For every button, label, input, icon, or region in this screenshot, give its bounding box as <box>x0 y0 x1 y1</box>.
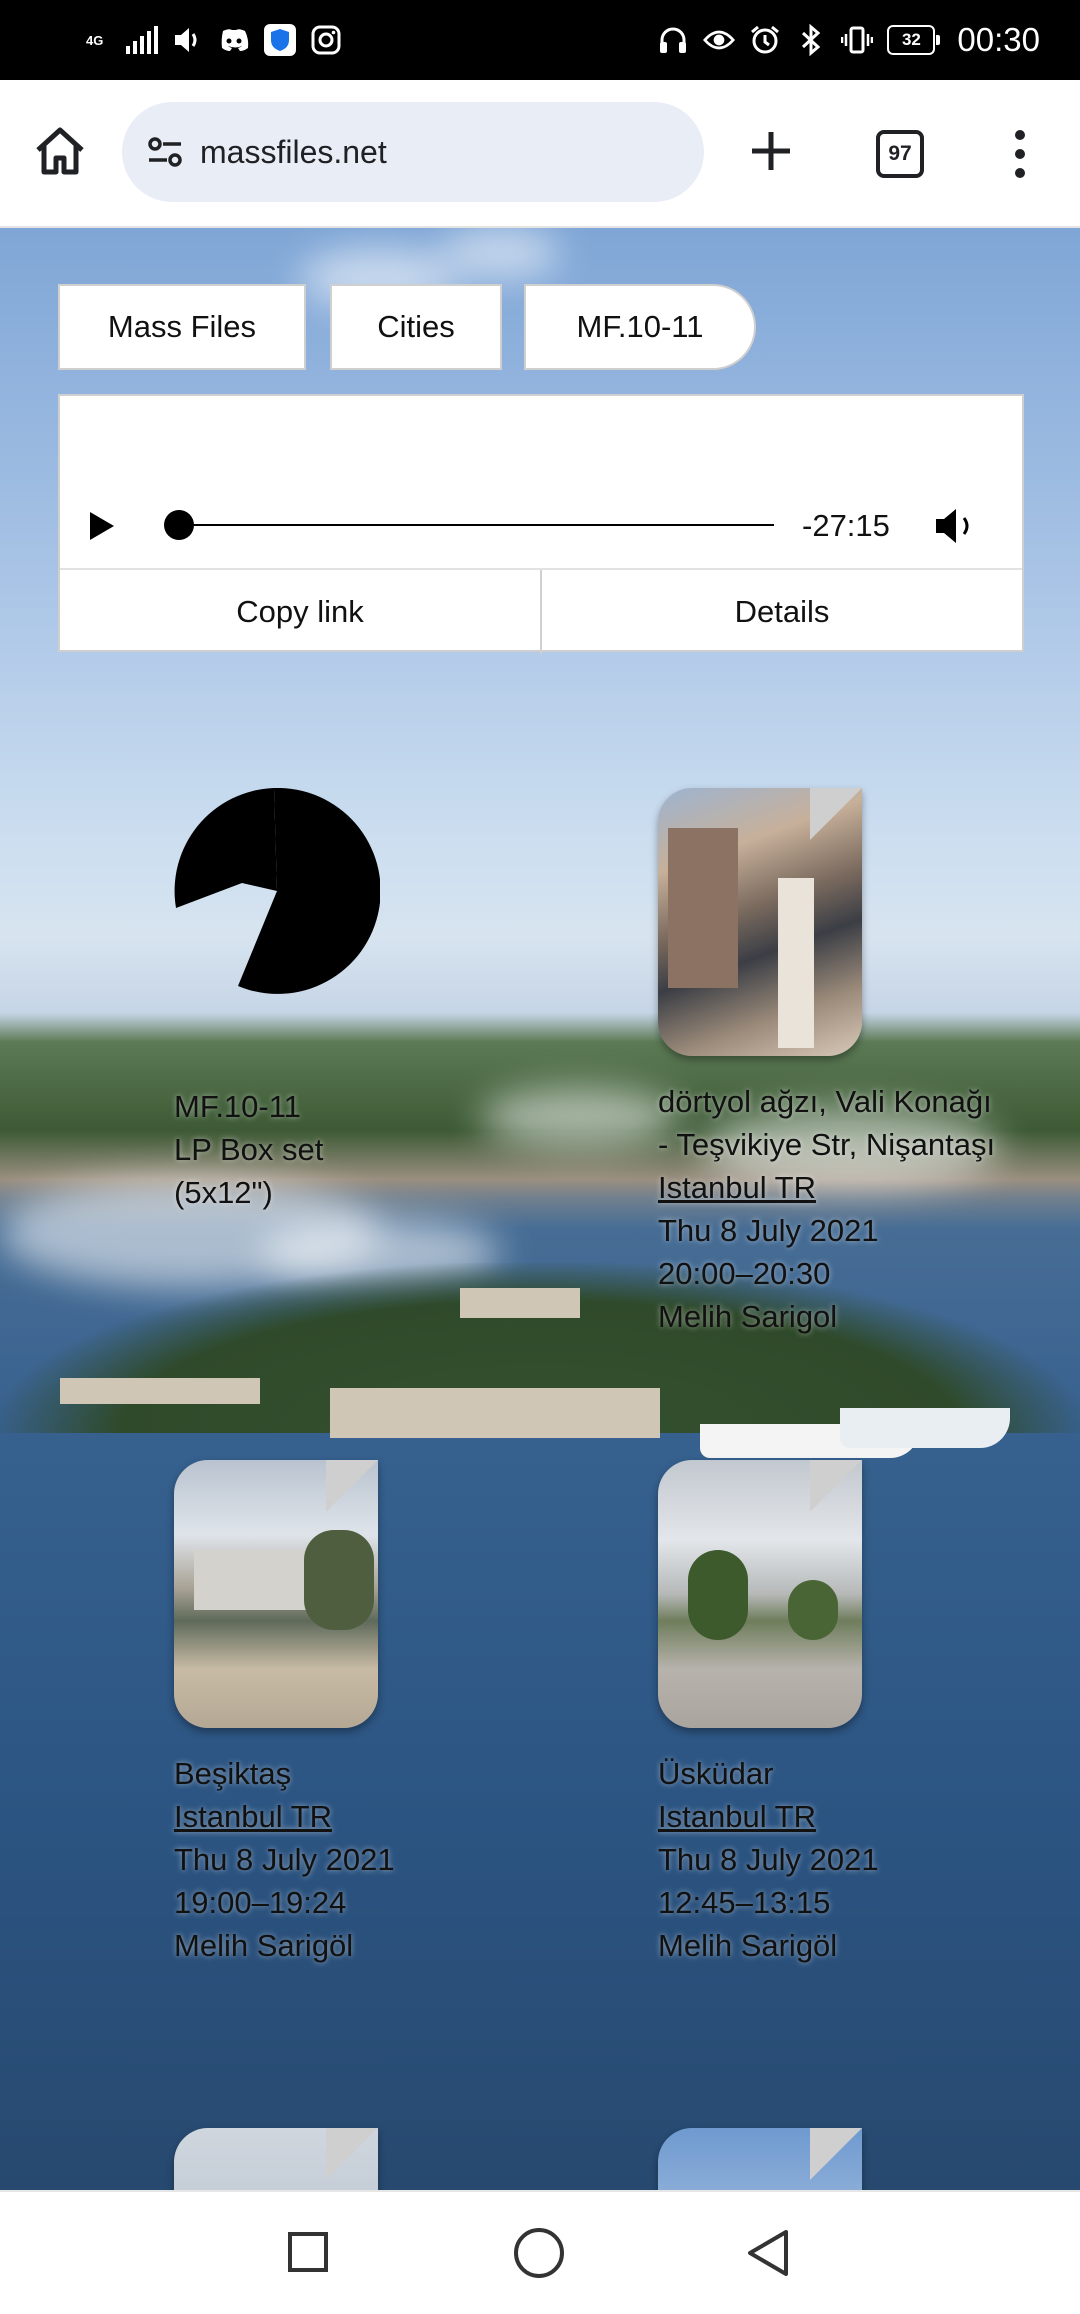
recording-thumbnail[interactable] <box>174 2128 378 2190</box>
recording-item[interactable]: Beşiktaş Istanbul TR Thu 8 July 2021 19:… <box>174 1460 594 1967</box>
recording-thumbnail[interactable] <box>658 2128 862 2190</box>
status-time: 00:30 <box>957 21 1040 58</box>
tab-mass-files[interactable]: Mass Files <box>58 284 306 370</box>
instagram-icon <box>310 24 342 56</box>
recording-thumbnail[interactable] <box>658 788 862 1056</box>
recording-title: Beşiktaş <box>174 1756 292 1791</box>
city-link[interactable]: Istanbul TR <box>174 1795 594 1838</box>
audio-player: -27:15 Copy link Details <box>58 394 1024 654</box>
recording-item[interactable]: Üsküdar Istanbul TR Thu 8 July 2021 12:4… <box>658 1460 1078 1967</box>
recording-date: Thu 8 July 2021 <box>658 1213 879 1248</box>
copy-link-button[interactable]: Copy link <box>60 570 542 654</box>
tab-cities[interactable]: Cities <box>330 284 502 370</box>
seek-bar[interactable] <box>178 524 774 526</box>
recording-author: Melih Sarigöl <box>658 1928 838 1963</box>
recent-apps-icon[interactable] <box>288 2232 328 2272</box>
url-text[interactable]: massfiles.net <box>200 134 387 171</box>
recording-time: 20:00–20:30 <box>658 1256 831 1291</box>
home-icon[interactable] <box>30 122 90 182</box>
seek-handle[interactable] <box>164 510 194 540</box>
headphones-icon <box>657 24 689 56</box>
volume-icon <box>172 24 204 56</box>
recording-item[interactable]: dörtyol ağzı, Vali Konağı - Teşvikiye St… <box>658 788 1078 1338</box>
tab-switcher-button[interactable]: 97 <box>876 130 924 178</box>
more-menu-icon[interactable] <box>1000 124 1040 184</box>
recording-title-line-2: - Teşvikiye Str, Nişantaşı <box>658 1127 996 1162</box>
volume-icon[interactable] <box>932 506 982 546</box>
discord-icon <box>218 24 250 56</box>
address-bar[interactable]: massfiles.net <box>122 102 704 202</box>
recording-title-line-1: dörtyol ağzı, Vali Konağı <box>658 1084 992 1119</box>
bluetooth-icon <box>795 24 827 56</box>
tab-mf-10-11[interactable]: MF.10-11 <box>524 284 756 370</box>
alarm-icon <box>749 24 781 56</box>
home-nav-icon[interactable] <box>514 2228 564 2278</box>
system-nav-bar <box>0 2190 1080 2314</box>
release-format: LP Box set <box>174 1132 324 1167</box>
eye-icon <box>703 24 736 56</box>
recording-item[interactable] <box>658 2128 1078 2190</box>
recording-time: 19:00–19:24 <box>174 1885 347 1920</box>
details-button[interactable]: Details <box>542 570 1022 654</box>
site-settings-icon[interactable] <box>142 129 188 175</box>
time-remaining: -27:15 <box>802 508 890 543</box>
shield-icon <box>264 24 296 56</box>
recording-thumbnail[interactable] <box>174 1460 378 1728</box>
release-item[interactable]: MF.10-11 LP Box set (5x12") <box>174 787 594 1214</box>
release-title: MF.10-11 <box>174 1089 301 1124</box>
page-content: Mass Files Cities MF.10-11 -27:15 Copy l… <box>0 228 1080 2190</box>
recording-title: Üsküdar <box>658 1756 774 1791</box>
recording-author: Melih Sarigöl <box>174 1928 354 1963</box>
status-bar: 4G 32 00:30 <box>0 0 1080 80</box>
network-type: 4G <box>86 32 104 48</box>
recording-date: Thu 8 July 2021 <box>174 1842 395 1877</box>
vibrate-icon <box>841 24 874 56</box>
recording-thumbnail[interactable] <box>658 1460 862 1728</box>
recording-time: 12:45–13:15 <box>658 1885 831 1920</box>
back-icon[interactable] <box>744 2228 794 2278</box>
new-tab-icon[interactable] <box>744 124 798 178</box>
recording-author: Melih Sarigol <box>658 1299 838 1334</box>
city-link[interactable]: Istanbul TR <box>658 1166 1078 1209</box>
release-cover-icon[interactable] <box>174 787 381 994</box>
release-format-detail: (5x12") <box>174 1175 273 1210</box>
play-icon[interactable] <box>90 512 114 540</box>
signal-icon <box>126 26 158 54</box>
recording-date: Thu 8 July 2021 <box>658 1842 879 1877</box>
browser-toolbar: massfiles.net 97 <box>0 80 1080 228</box>
recording-item[interactable] <box>174 2128 594 2190</box>
city-link[interactable]: Istanbul TR <box>658 1795 1078 1838</box>
battery-icon: 32 <box>887 25 941 55</box>
